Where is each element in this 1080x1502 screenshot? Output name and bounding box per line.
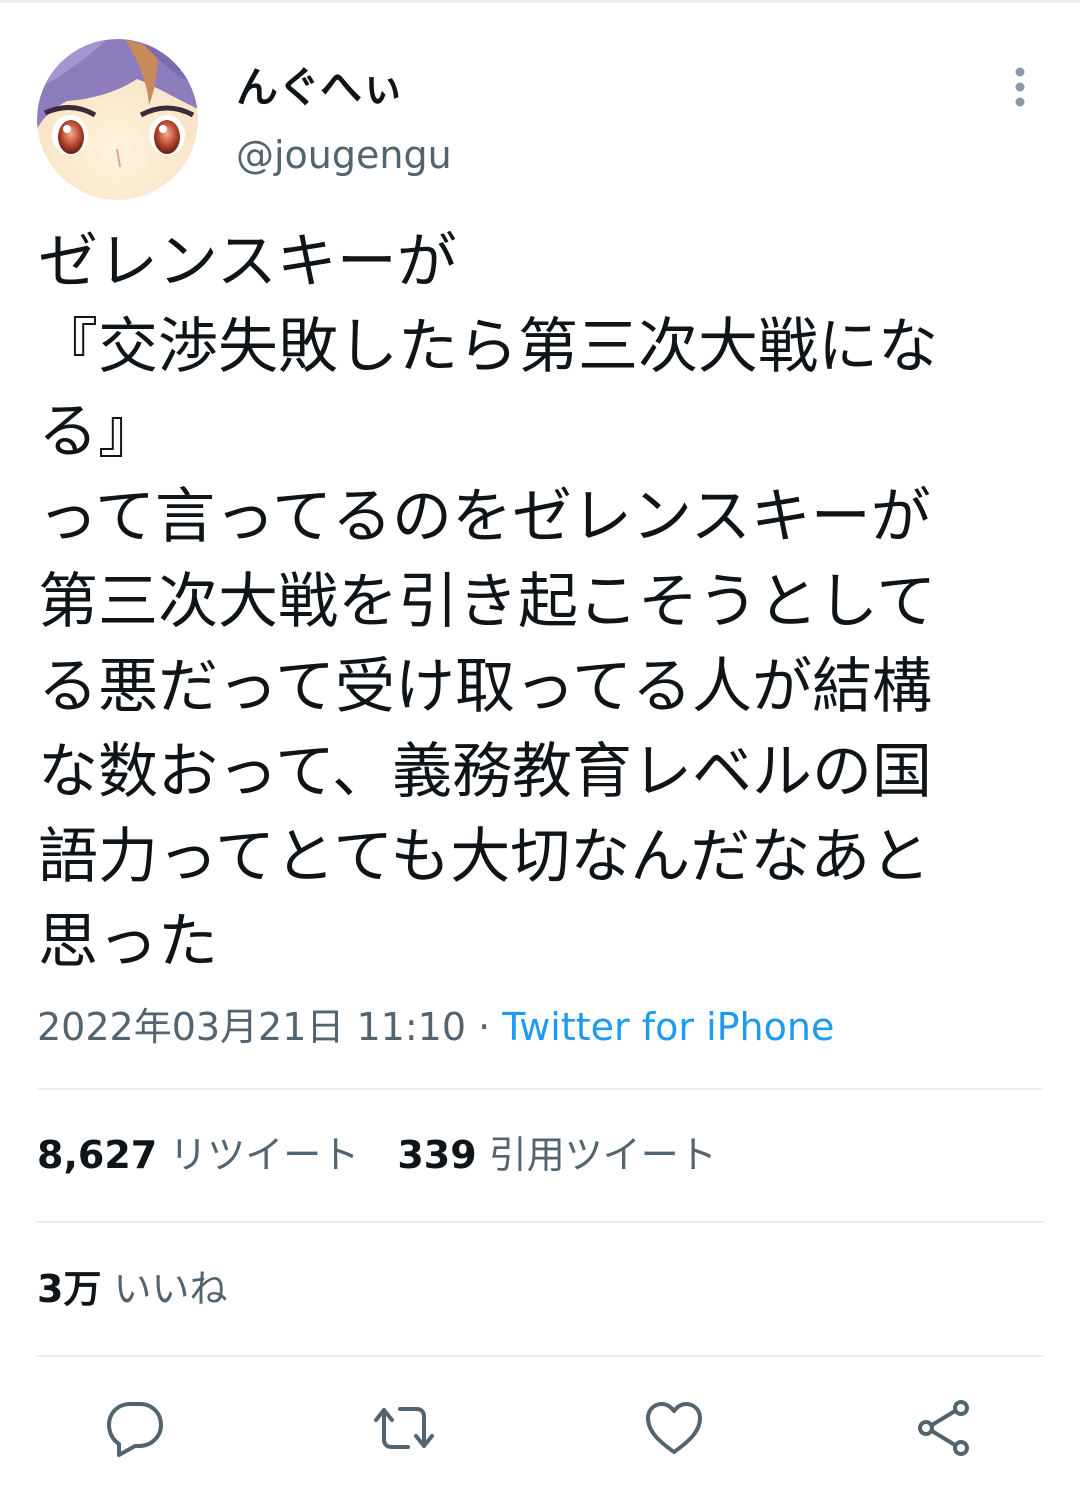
share-icon[interactable] xyxy=(912,1396,976,1460)
retweet-count: 8,627 xyxy=(37,1133,158,1177)
tweet-line: って言ってるのをゼレンスキーが xyxy=(38,482,931,552)
tweet-line: る悪だって受け取ってる人が結構 xyxy=(38,652,932,722)
retweet-label: リツイート xyxy=(169,1133,360,1177)
avatar[interactable] xyxy=(37,39,198,200)
divider xyxy=(37,1088,1043,1090)
action-bar xyxy=(0,1396,1080,1460)
source-link[interactable]: Twitter for iPhone xyxy=(502,1005,834,1049)
tweet-meta: 2022年03月21日 11:10 · Twitter for iPhone xyxy=(37,1000,834,1054)
reply-icon[interactable] xyxy=(103,1396,167,1460)
more-vertical-icon[interactable] xyxy=(1004,64,1036,112)
quote-label: 引用ツイート xyxy=(488,1133,717,1177)
retweet-stat[interactable]: 8,627 リツイート xyxy=(37,1133,359,1177)
divider xyxy=(37,1221,1043,1223)
quote-stat[interactable]: 339 引用ツイート xyxy=(397,1133,716,1177)
tweet-line: 『交渉失敗したら第三次大戦にな xyxy=(38,312,938,382)
user-handle[interactable]: @jougengu xyxy=(236,128,452,182)
heart-icon[interactable] xyxy=(642,1396,706,1460)
like-label: いいね xyxy=(113,1267,228,1311)
timestamp[interactable]: 2022年03月21日 11:10 xyxy=(37,1005,466,1049)
tweet-line: る』 xyxy=(38,397,158,467)
tweet-line: 語力ってとても大切なんだなあと xyxy=(38,822,931,892)
tweet-line: な数おって、義務教育レベルの国 xyxy=(38,737,932,807)
retweet-icon[interactable] xyxy=(372,1396,436,1460)
divider xyxy=(37,1355,1043,1357)
like-stats[interactable]: 3万 いいね xyxy=(37,1262,228,1316)
tweet-line: 第三次大戦を引き起こそうとして xyxy=(38,567,937,637)
meta-separator: · xyxy=(478,1005,491,1049)
tweet-line: 思った xyxy=(38,907,218,977)
display-name[interactable]: んぐへぃ xyxy=(236,58,404,118)
like-count: 3万 xyxy=(37,1267,102,1311)
tweet-line: ゼレンスキーが xyxy=(38,227,457,297)
top-divider xyxy=(0,0,1080,3)
quote-count: 339 xyxy=(397,1133,477,1177)
retweet-stats: 8,627 リツイート 339 引用ツイート xyxy=(37,1128,717,1182)
tweet-text: ゼレンスキーが 『交渉失敗したら第三次大戦にな る』 って言ってるのをゼレンスキ… xyxy=(38,220,1048,985)
